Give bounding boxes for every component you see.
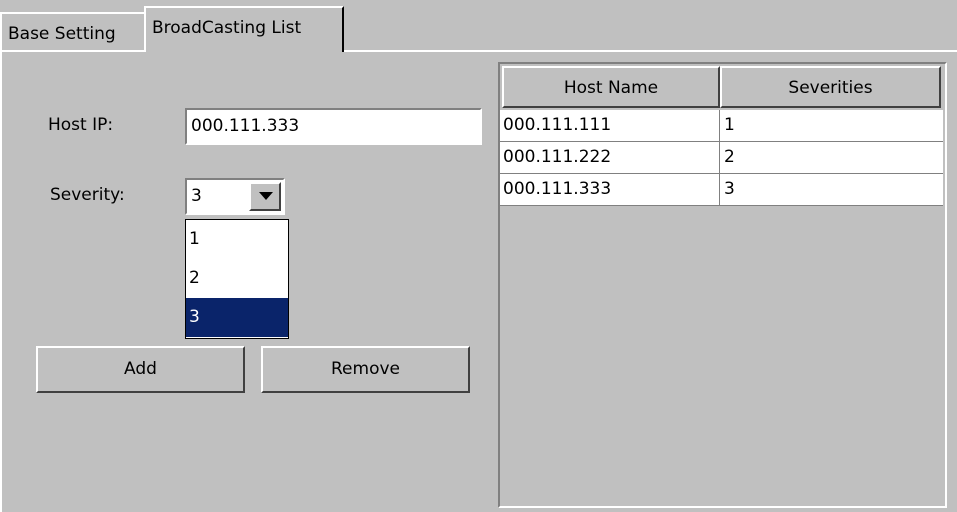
table-row[interactable]: 000.111.111 1 (500, 110, 943, 142)
chevron-down-icon (259, 192, 273, 200)
broadcast-table: Host Name Severities 000.111.111 1 000.1… (498, 62, 947, 508)
severity-select[interactable]: 3 (185, 178, 285, 215)
tab-divider (0, 50, 146, 52)
remove-button-label: Remove (331, 359, 400, 379)
column-header-severities[interactable]: Severities (720, 66, 941, 108)
tab-base-setting-label: Base Setting (8, 24, 116, 44)
cell-host-name: 000.111.222 (500, 142, 720, 173)
add-button-label: Add (124, 359, 157, 379)
severity-option[interactable]: 2 (186, 259, 288, 298)
severity-option-selected[interactable]: 3 (186, 298, 288, 337)
host-ip-label: Host IP: (48, 115, 114, 135)
severity-selected-value: 3 (191, 186, 202, 206)
cell-host-name: 000.111.111 (500, 110, 720, 141)
tab-broadcasting-list-label: BroadCasting List (152, 18, 302, 38)
severity-option[interactable]: 1 (186, 220, 288, 259)
panel-border (0, 52, 2, 512)
tab-broadcasting-list[interactable]: BroadCasting List (144, 6, 344, 52)
add-button[interactable]: Add (36, 346, 245, 393)
column-header-host-name[interactable]: Host Name (502, 66, 720, 108)
severity-dropdown-button[interactable] (249, 182, 281, 211)
host-ip-input[interactable]: 000.111.333 (185, 108, 482, 145)
cell-severity: 3 (724, 179, 735, 199)
cell-host-name: 000.111.333 (500, 174, 720, 205)
table-row[interactable]: 000.111.333 3 (500, 174, 943, 206)
severity-dropdown-list: 1 2 3 (185, 219, 289, 339)
tab-divider (344, 50, 957, 52)
cell-severity: 2 (724, 147, 735, 167)
tab-base-setting[interactable]: Base Setting (0, 12, 148, 52)
remove-button[interactable]: Remove (261, 346, 470, 393)
table-row[interactable]: 000.111.222 2 (500, 142, 943, 174)
severity-label: Severity: (50, 185, 125, 205)
cell-severity: 1 (724, 115, 735, 135)
host-ip-value: 000.111.333 (191, 116, 300, 136)
